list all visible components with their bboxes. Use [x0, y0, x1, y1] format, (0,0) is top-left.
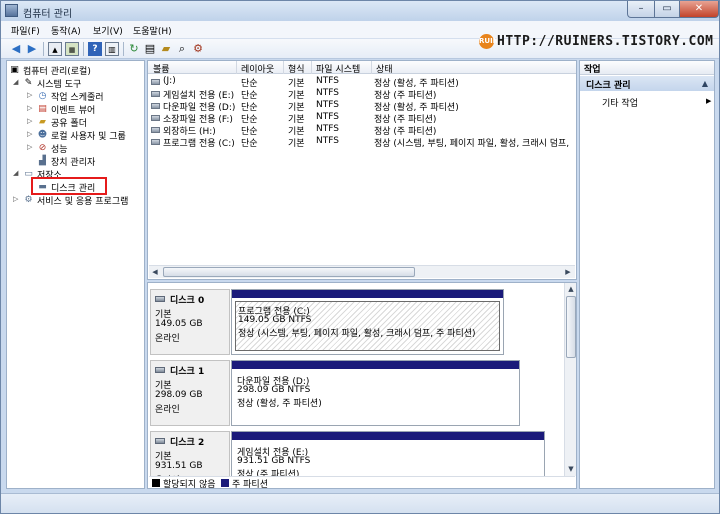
expand-arrow-icon[interactable]: ▷	[27, 91, 35, 99]
collapse-arrow-icon[interactable]: ◢	[13, 78, 21, 86]
volume-list-header: 볼륨 레이아웃 형식 파일 시스템 상태	[148, 61, 576, 75]
volume-icon	[151, 139, 160, 145]
disk-icon	[155, 438, 165, 444]
clock-icon: ◷	[38, 91, 47, 101]
menu-action[interactable]: 동작(A)	[51, 24, 81, 37]
disk-graphical-view: 디스크 0 기본 149.05 GB 온라인 프로그램 전용 (C:) 149.…	[147, 282, 577, 489]
collapse-arrow-icon[interactable]: ◢	[13, 169, 21, 177]
volume-icon	[151, 79, 160, 85]
more-actions-link[interactable]: 기타 작업	[602, 96, 638, 109]
expand-arrow-icon[interactable]: ▷	[13, 195, 21, 203]
status-bar	[1, 493, 719, 513]
horizontal-scrollbar[interactable]: ◀ ▶	[149, 265, 575, 278]
refresh-icon[interactable]: ↻	[127, 42, 141, 56]
partition-c-body: 프로그램 전용 (C:) 149.05 GB NTFS 정상 (시스템, 부팅,…	[235, 301, 500, 351]
menu-help[interactable]: 도움말(H)	[133, 24, 172, 37]
expand-arrow-icon[interactable]: ▷	[27, 143, 35, 151]
disk-icon	[155, 367, 165, 373]
disk-icon	[155, 296, 165, 302]
submenu-arrow-icon: ▶	[706, 97, 712, 105]
show-hide-action-pane-icon[interactable]: ▥	[105, 42, 119, 56]
help-icon[interactable]: ?	[88, 42, 102, 56]
actions-section-label: 디스크 관리	[586, 81, 631, 91]
toolbar-separator	[123, 42, 124, 56]
forward-icon[interactable]: ▶	[25, 42, 39, 56]
disk-0-label[interactable]: 디스크 0 기본 149.05 GB 온라인	[150, 289, 230, 355]
computer-management-window: 컴퓨터 관리 – ▭ ✕ 파일(F) 동작(A) 보기(V) 도움말(H) ◀ …	[0, 0, 720, 514]
disk-1-label[interactable]: 디스크 1 기본 298.09 GB 온라인	[150, 360, 230, 426]
close-button[interactable]: ✕	[679, 1, 719, 18]
partition-d-body: 다운파일 전용 (D:) 298.09 GB NTFS 정상 (활성, 주 파티…	[237, 377, 322, 409]
volume-row[interactable]: 프로그램 전용 (C:) 단순 기본 NTFS 정상 (시스템, 부팅, 페이지…	[148, 136, 576, 149]
up-one-level-icon[interactable]: ▲	[48, 42, 62, 56]
vertical-scrollbar[interactable]: ▲ ▼	[564, 283, 576, 476]
horizontal-scroll-thumb[interactable]	[163, 267, 415, 277]
expand-arrow-icon[interactable]: ▷	[27, 104, 35, 112]
event-viewer-icon: ▤	[38, 104, 47, 114]
disk-management-highlight	[31, 177, 107, 195]
toolbar-separator	[43, 42, 44, 56]
device-manager-icon: ▟	[39, 156, 46, 166]
scroll-down-icon[interactable]: ▼	[565, 463, 576, 475]
expand-arrow-icon[interactable]: ▷	[27, 117, 35, 125]
toolbar-separator	[83, 42, 84, 56]
vertical-scroll-thumb[interactable]	[566, 296, 576, 358]
watermark-badge: RUIN	[479, 34, 499, 49]
volume-row[interactable]: (J:) 단순 기본 NTFS 정상 (활성, 주 파티션)	[148, 76, 576, 89]
window-title: 컴퓨터 관리	[23, 9, 73, 20]
computer-management-icon	[5, 4, 18, 17]
volume-icon	[151, 127, 160, 133]
column-status[interactable]: 상태	[376, 62, 393, 75]
column-type[interactable]: 형식	[288, 62, 305, 75]
partition-d[interactable]: 다운파일 전용 (D:) 298.09 GB NTFS 정상 (활성, 주 파티…	[231, 360, 520, 426]
navigation-tree: ▣ 컴퓨터 관리(로컬) ◢ ✎ 시스템 도구 ▷ ◷ 작업 스케줄러 ▷ ▤ …	[6, 60, 145, 489]
minimize-button[interactable]: –	[627, 1, 655, 18]
column-file-system[interactable]: 파일 시스템	[316, 62, 360, 75]
legend-unallocated: 할당되지 않음	[163, 480, 216, 489]
menu-view[interactable]: 보기(V)	[93, 24, 123, 37]
volume-list: 볼륨 레이아웃 형식 파일 시스템 상태 (J:) 단순 기본 NTFS 정상 …	[147, 60, 577, 280]
performance-icon: ⊘	[38, 143, 47, 153]
column-volume[interactable]: 볼륨	[153, 62, 170, 75]
menu-file[interactable]: 파일(F)	[11, 24, 40, 37]
search-icon[interactable]: ⌕	[175, 42, 189, 56]
title-bar: 컴퓨터 관리 – ▭ ✕	[1, 1, 719, 21]
partition-c[interactable]: 프로그램 전용 (C:) 149.05 GB NTFS 정상 (시스템, 부팅,…	[231, 289, 504, 355]
tools-icon: ✎	[24, 78, 33, 88]
volume-icon	[151, 91, 160, 97]
shared-folder-icon: ▰	[39, 117, 46, 127]
volume-row[interactable]: 다운파일 전용 (D:) 단순 기본 NTFS 정상 (활성, 주 파티션)	[148, 100, 576, 113]
volume-icon	[151, 115, 160, 121]
actions-pane: 작업 디스크 관리 ▲ 기타 작업 ▶	[579, 60, 715, 489]
expand-arrow-icon[interactable]: ▷	[27, 130, 35, 138]
scroll-up-icon[interactable]: ▲	[565, 283, 576, 295]
users-icon: ☻	[37, 130, 48, 140]
volume-icon	[151, 103, 160, 109]
properties-icon[interactable]: ▤	[143, 42, 157, 56]
services-icon: ⚙	[24, 195, 33, 205]
actions-section-disk-management[interactable]: 디스크 관리 ▲	[580, 76, 714, 91]
open-folder-icon[interactable]: ▰	[159, 42, 173, 56]
primary-partition-swatch	[221, 479, 229, 487]
scroll-left-icon[interactable]: ◀	[149, 266, 161, 278]
primary-partition-bar	[232, 432, 544, 440]
back-icon[interactable]: ◀	[9, 42, 23, 56]
watermark-text: HTTP://RUINERS.TISTORY.COM	[497, 34, 714, 49]
settings-icon[interactable]: ⚙	[191, 42, 205, 56]
unallocated-swatch	[152, 479, 160, 487]
collapse-up-icon[interactable]: ▲	[702, 79, 708, 88]
legend-primary: 주 파티션	[232, 480, 268, 489]
column-layout[interactable]: 레이아웃	[241, 62, 274, 75]
partition-legend: 할당되지 않음 주 파티션	[149, 476, 575, 488]
computer-icon: ▣	[10, 65, 19, 75]
volume-row[interactable]: 게임설치 전용 (E:) 단순 기본 NTFS 정상 (주 파티션)	[148, 88, 576, 101]
volume-row[interactable]: 소장파일 전용 (F:) 단순 기본 NTFS 정상 (주 파티션)	[148, 112, 576, 125]
show-hide-tree-icon[interactable]: ▦	[65, 42, 79, 56]
volume-row[interactable]: 외장하드 (H:) 단순 기본 NTFS 정상 (주 파티션)	[148, 124, 576, 137]
scroll-right-icon[interactable]: ▶	[562, 266, 574, 278]
primary-partition-bar	[232, 361, 519, 369]
actions-title: 작업	[580, 61, 714, 75]
primary-partition-bar	[232, 290, 503, 298]
maximize-button[interactable]: ▭	[654, 1, 680, 18]
